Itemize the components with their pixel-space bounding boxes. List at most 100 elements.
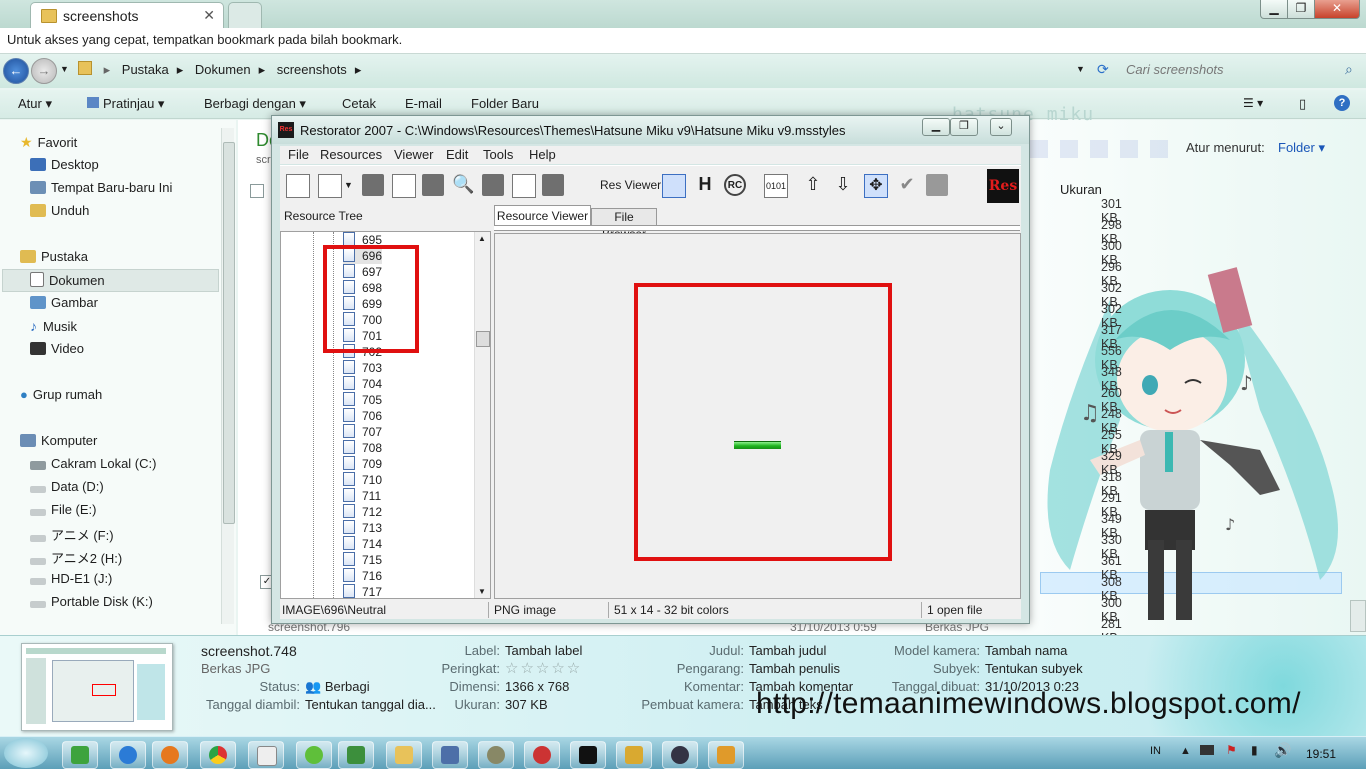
open-folder-icon[interactable] [392, 174, 416, 198]
tree-item[interactable]: 708 [343, 440, 382, 456]
nav-music[interactable]: ♪ Musik [30, 318, 77, 334]
maximize-button[interactable]: ❐ [1287, 0, 1315, 19]
new-file-icon[interactable] [286, 174, 310, 198]
find-icon[interactable]: 🔍 [452, 174, 474, 196]
breadcrumb-dokumen[interactable]: Dokumen [195, 62, 251, 77]
status-value[interactable]: 👥 Berbagi [305, 679, 370, 695]
help-icon[interactable]: ? [1334, 95, 1350, 111]
taskbar-app-green[interactable] [338, 741, 374, 769]
taskbar-app-red[interactable] [524, 741, 560, 769]
address-dropdown-icon[interactable]: ▼ [1076, 64, 1085, 74]
tray-signal-icon[interactable]: ▮ [1251, 743, 1258, 757]
tree-item[interactable]: 709 [343, 456, 382, 472]
nav-pictures[interactable]: Gambar [30, 295, 98, 310]
move-up-icon[interactable]: ⇧ [802, 174, 824, 196]
subject-value[interactable]: Tentukan subyek [985, 661, 1083, 676]
organize-button[interactable]: Atur ▾ [18, 96, 52, 112]
assign-icon[interactable] [482, 174, 504, 196]
tree-item[interactable]: 703 [343, 360, 382, 376]
tag-value[interactable]: Tambah label [505, 643, 582, 658]
tray-expand-icon[interactable]: ▲ [1180, 745, 1191, 757]
breadcrumb-screenshots[interactable]: screenshots [277, 62, 347, 77]
tray-battery-icon[interactable] [1200, 745, 1214, 755]
new-tab-button[interactable] [228, 2, 262, 29]
tree-item[interactable]: 706 [343, 408, 382, 424]
nav-drive-d[interactable]: Data (D:) [30, 479, 104, 494]
nav-drive-h[interactable]: アニメ2 (H:) [30, 548, 122, 567]
restorator-options-button[interactable]: ⌄ [990, 118, 1012, 136]
tree-item[interactable]: 705 [343, 392, 382, 408]
menu-help[interactable]: Help [529, 147, 556, 162]
apply-check-icon[interactable]: ✔ [896, 174, 918, 196]
sort-dropdown[interactable]: Folder ▾ [1278, 140, 1325, 156]
nav-downloads[interactable]: Unduh [30, 203, 89, 218]
history-dropdown-icon[interactable]: ▼ [60, 64, 69, 74]
tree-item[interactable]: 710 [343, 472, 382, 488]
share-button[interactable]: Berbagi dengan ▾ [204, 96, 306, 112]
taskbar-explorer[interactable] [386, 741, 422, 769]
back-button[interactable]: ← [3, 58, 29, 84]
taskbar-app-pencil[interactable] [616, 741, 652, 769]
tree-item[interactable]: 704 [343, 376, 382, 392]
nav-desktop[interactable]: Desktop [30, 157, 99, 172]
close-window-button[interactable]: ✕ [1314, 0, 1360, 19]
tree-item[interactable]: 716 [343, 568, 382, 584]
nav-recent[interactable]: Tempat Baru-baru Ini [30, 180, 172, 195]
nav-drive-j[interactable]: HD-E1 (J:) [30, 571, 112, 586]
tree-item[interactable]: 714 [343, 536, 382, 552]
preview-button[interactable]: Pratinjau ▾ [87, 96, 164, 112]
view-rc-icon[interactable]: RC [724, 174, 746, 196]
tab-file-browser[interactable]: File Browser [591, 208, 657, 241]
taskbar-recycle[interactable] [62, 741, 98, 769]
start-button[interactable] [4, 738, 48, 768]
view-image-icon[interactable] [662, 174, 686, 198]
nav-libraries[interactable]: Pustaka [20, 249, 88, 264]
open-file-icon[interactable] [318, 174, 342, 198]
fit-view-icon[interactable]: ✥ [864, 174, 888, 198]
taskbar-app-gear[interactable] [478, 741, 514, 769]
view-hex-icon[interactable]: H [694, 174, 716, 196]
tree-item[interactable]: 711 [343, 488, 381, 504]
forward-button[interactable]: → [31, 58, 57, 84]
breadcrumb-pustaka[interactable]: Pustaka [122, 62, 169, 77]
search-icon[interactable]: ⌕ [1345, 61, 1353, 78]
close-tab-icon[interactable]: ✕ [203, 7, 215, 24]
menu-file[interactable]: File [288, 147, 309, 162]
camera-model-value[interactable]: Tambah nama [985, 643, 1067, 658]
menu-resources[interactable]: Resources [320, 147, 382, 162]
menu-tools[interactable]: Tools [483, 147, 513, 162]
tray-volume-icon[interactable]: 🔊 [1274, 742, 1291, 759]
column-header-size[interactable]: Ukuran [1060, 182, 1102, 197]
save-icon[interactable] [362, 174, 384, 196]
search-input[interactable]: Cari screenshots [1126, 60, 1336, 80]
nav-scrollbar[interactable] [221, 128, 235, 624]
taskbar-restorator[interactable] [570, 741, 606, 769]
commit-icon[interactable] [926, 174, 948, 196]
taskbar-chrome[interactable] [200, 741, 236, 769]
tree-scrollbar[interactable]: ▲ ▼ [474, 232, 490, 598]
restorator-titlebar[interactable]: Res Restorator 2007 - C:\Windows\Resourc… [272, 116, 1029, 144]
rating-stars[interactable]: ☆☆☆☆☆ [505, 659, 582, 677]
language-indicator[interactable]: IN [1150, 745, 1161, 757]
tab-resource-viewer[interactable]: Resource Viewer [494, 205, 591, 226]
taskbar-app-blue[interactable] [432, 741, 468, 769]
archive-icon[interactable] [542, 174, 564, 196]
taskbar-calculator[interactable] [248, 741, 284, 769]
taskbar-app-music[interactable] [708, 741, 744, 769]
tray-network-icon[interactable]: ⚑ [1226, 743, 1237, 757]
restorator-minimize-button[interactable]: ▁ [922, 118, 950, 136]
preview-pane-icon[interactable]: ▯ [1299, 96, 1306, 112]
nav-drive-f[interactable]: アニメ (F:) [30, 525, 114, 544]
email-button[interactable]: E-mail [405, 96, 442, 111]
new-folder-button[interactable]: Folder Baru [471, 96, 539, 111]
nav-favorites[interactable]: ★ Favorit [20, 134, 77, 151]
clock[interactable]: 19:51 [1306, 747, 1336, 761]
move-down-icon[interactable]: ⇩ [832, 174, 854, 196]
tree-item[interactable]: 707 [343, 424, 382, 440]
nav-drive-k[interactable]: Portable Disk (K:) [30, 594, 153, 609]
taskbar-firefox[interactable] [152, 741, 188, 769]
tree-item[interactable]: 713 [343, 520, 382, 536]
copy-icon[interactable] [512, 174, 536, 198]
nav-video[interactable]: Video [30, 341, 84, 356]
title-value[interactable]: Tambah judul [749, 643, 826, 658]
